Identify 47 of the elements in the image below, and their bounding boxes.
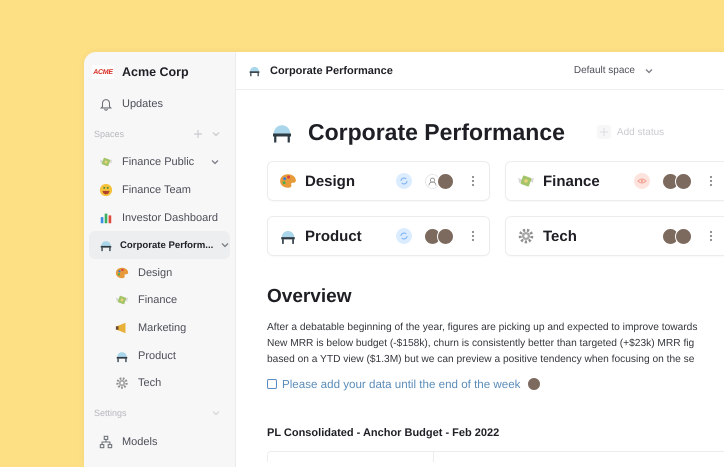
more-icon[interactable] xyxy=(709,230,713,242)
sidebar-item-icon xyxy=(99,182,113,197)
eye-status-icon[interactable] xyxy=(634,173,650,189)
section-label: Settings xyxy=(94,408,128,418)
sidebar-item-icon xyxy=(99,238,113,252)
space-card[interactable]: Finance xyxy=(505,161,724,201)
space-card[interactable]: Design xyxy=(267,161,490,201)
space-icon xyxy=(248,64,261,77)
section-label: Spaces xyxy=(94,128,126,139)
space-selector[interactable]: Default space xyxy=(574,65,654,76)
workspace-name: Acme Corp xyxy=(122,65,189,79)
paragraph-line: based on a YTD view ($1.3M) but we can preview a positive tendency when focusing on the se xyxy=(267,353,696,367)
space-icon xyxy=(279,172,297,190)
more-icon[interactable] xyxy=(471,230,475,242)
sidebar-item[interactable]: Finance Team xyxy=(89,176,230,204)
paragraph-line: After a debatable beginning of the year, figures are picking up and expected to improve towards xyxy=(267,321,698,335)
sync-status-icon[interactable] xyxy=(396,228,412,244)
page-breadcrumb: Corporate Performance xyxy=(270,64,394,76)
plus-icon xyxy=(600,128,608,136)
more-icon[interactable] xyxy=(471,175,475,187)
sidebar-item-icon xyxy=(99,434,113,449)
sidebar-item-icon xyxy=(99,96,113,111)
sidebar-item[interactable]: Marketing xyxy=(89,314,230,342)
sidebar-item[interactable]: Investor Dashboard xyxy=(89,204,230,232)
sidebar-item[interactable]: Tech xyxy=(89,369,230,397)
task-text: Please add your data until the end of the week xyxy=(282,378,520,390)
sidebar-item[interactable]: Design xyxy=(89,258,230,287)
page-title: Corporate Performance xyxy=(308,118,565,146)
sidebar-item[interactable]: Corporate Perform... xyxy=(89,231,230,259)
sidebar-item-icon xyxy=(99,210,113,225)
section-heading: Overview xyxy=(267,286,352,308)
space-card[interactable]: Tech xyxy=(505,216,724,256)
sync-status-icon[interactable] xyxy=(396,173,412,189)
avatar xyxy=(527,377,542,391)
more-icon[interactable] xyxy=(709,175,713,187)
sidebar-item[interactable]: Product xyxy=(89,342,230,370)
sidebar-item[interactable]: Models xyxy=(89,428,230,456)
sidebar-item-icon xyxy=(115,376,129,390)
sidebar-item[interactable]: Finance xyxy=(89,286,230,314)
checkbox[interactable] xyxy=(267,379,277,389)
table-title: PL Consolidated - Anchor Budget - Feb 2022 xyxy=(267,427,500,439)
space-card[interactable]: Product xyxy=(267,216,490,256)
sidebar-item[interactable]: Finance Public xyxy=(89,148,230,176)
space-icon xyxy=(517,227,535,245)
paragraph-line: New MRR is below budget (-$158k), churn is consistently better than targeted (+$23k) MRR fig xyxy=(267,337,696,351)
sidebar-item-icon xyxy=(115,266,129,280)
sidebar-item[interactable]: Updates xyxy=(89,90,230,118)
